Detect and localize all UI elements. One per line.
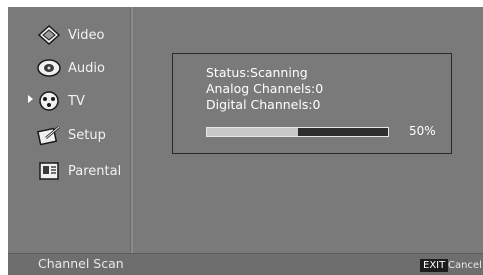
digital-channels-count: Digital Channels:0 [206,97,321,112]
menu-label-tv: TV [68,93,85,109]
audio-icon [36,57,62,79]
scan-status-panel: Status:Scanning Analog Channels:0 Digita… [172,53,452,154]
screen: Video Audio TV Setup Parental Status:Sca… [0,0,483,275]
analog-channels-count: Analog Channels:0 [206,81,324,96]
menu-item-audio[interactable]: Audio [36,53,105,83]
footer-title: Channel Scan [38,256,124,271]
menu-item-parental[interactable]: Parental [36,156,121,186]
scan-status-text: Status:Scanning [206,65,308,80]
scan-progress-percent: 50% [409,124,436,138]
tv-icon [36,90,62,112]
menu-label-audio: Audio [68,60,105,76]
menu-item-tv[interactable]: TV [28,86,85,116]
scan-progress-fill [207,128,298,136]
menu-item-setup[interactable]: Setup [36,120,106,150]
video-icon [36,24,62,46]
setup-icon [36,124,62,146]
menu-item-video[interactable]: Video [36,20,104,50]
exit-key-button[interactable]: EXIT [420,259,449,272]
menu-label-parental: Parental [68,163,122,179]
parental-icon [36,160,62,182]
footer-bar: Channel Scan EXIT Cancel [8,253,483,275]
menu-divider [130,7,133,253]
cancel-label: Cancel [448,260,482,271]
selected-arrow-icon [28,95,33,103]
menu-label-setup: Setup [68,127,106,143]
scan-progress-bar [206,127,389,137]
menu-label-video: Video [68,27,105,43]
